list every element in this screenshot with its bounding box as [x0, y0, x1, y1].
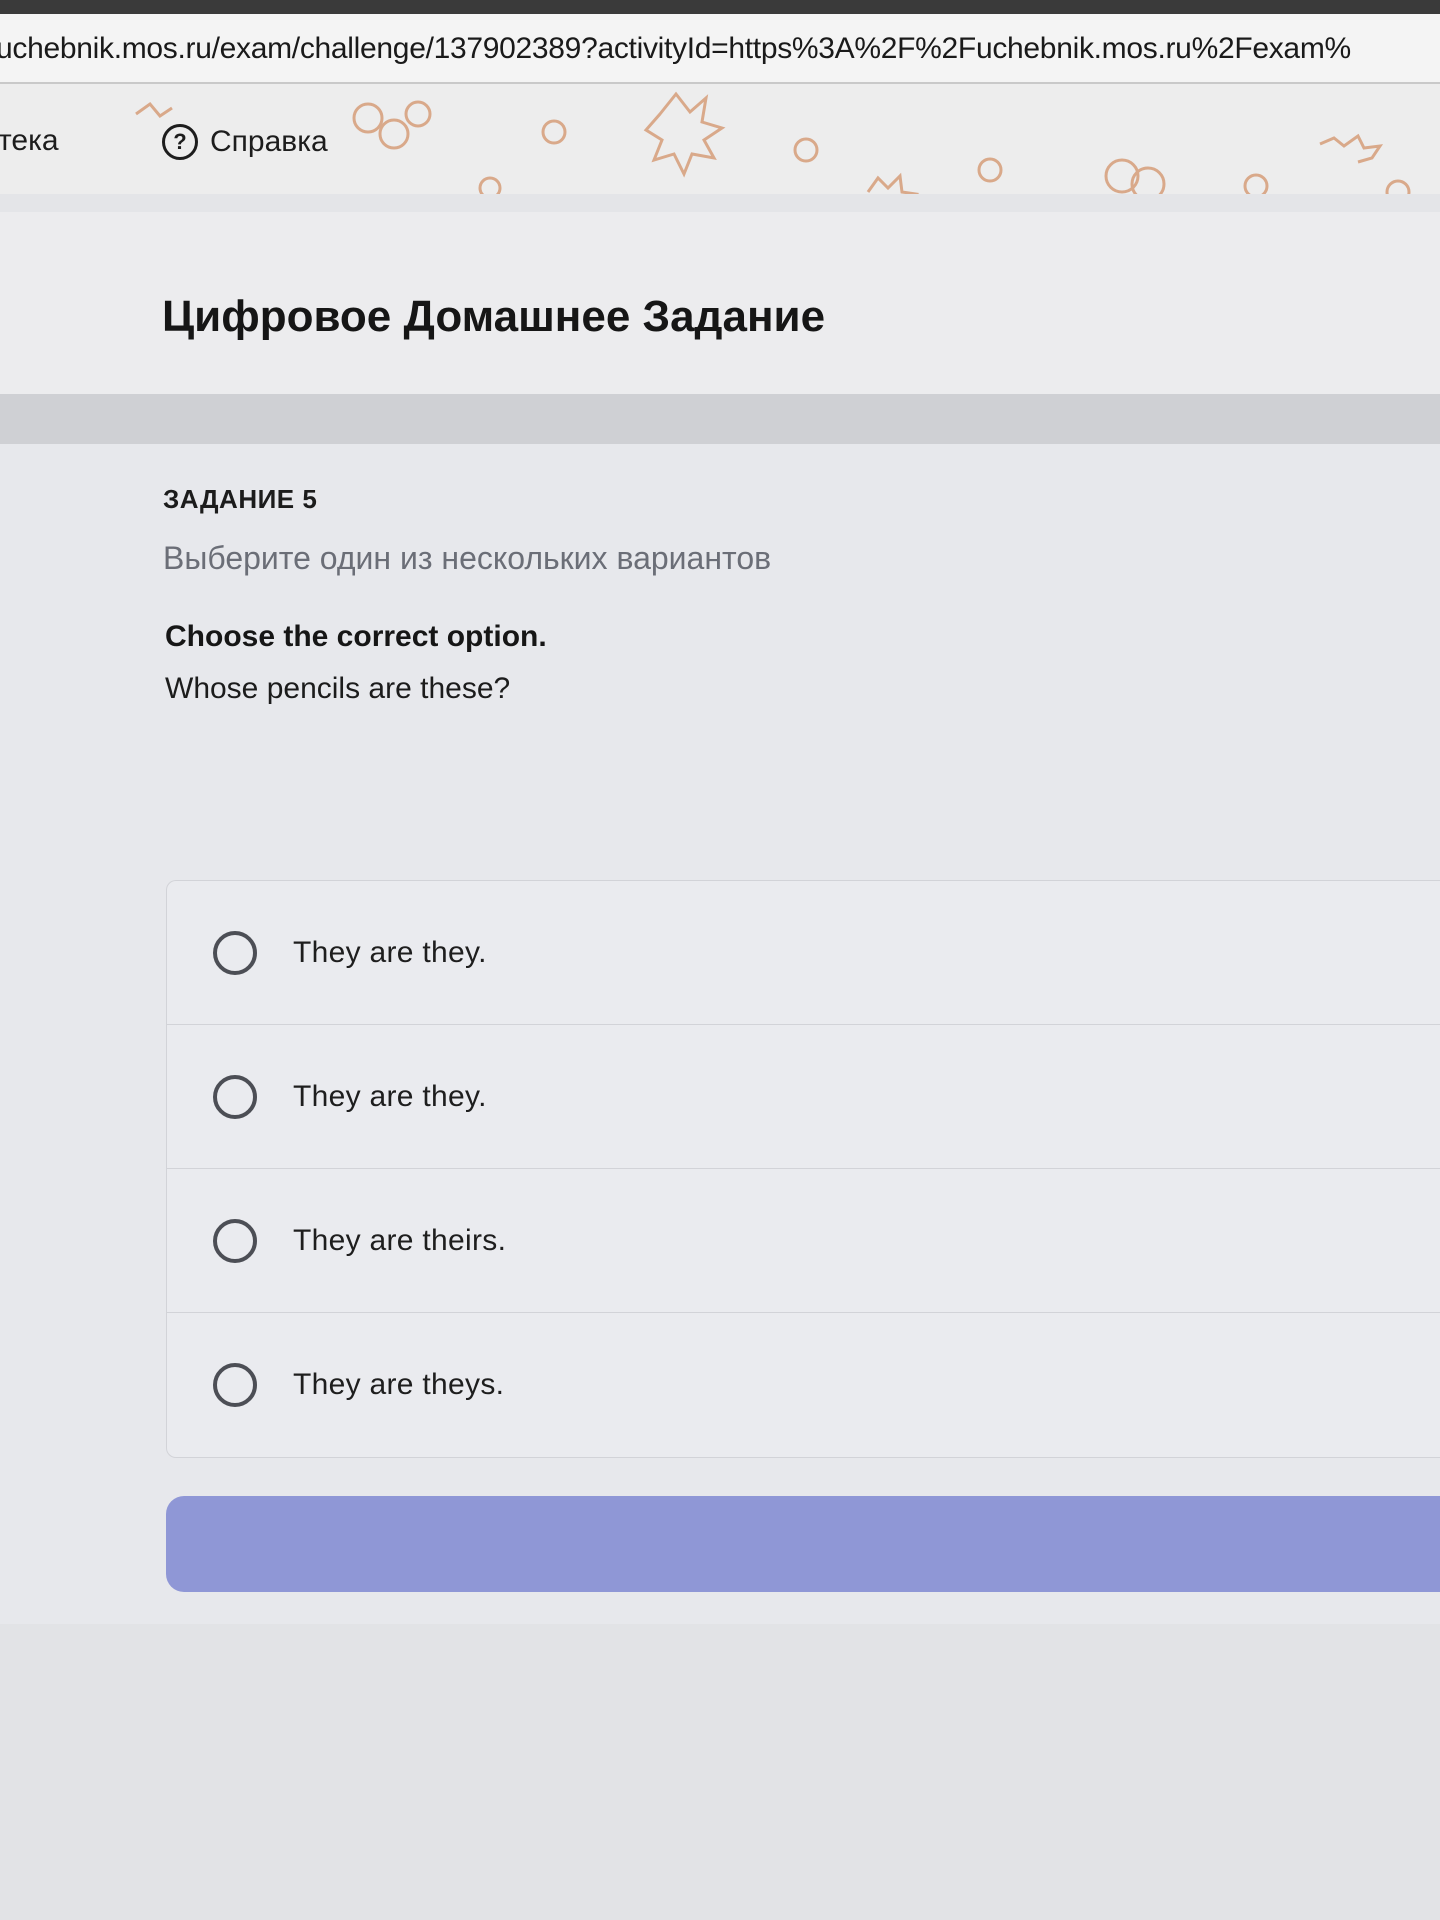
- answer-option-label: They are they.: [293, 1079, 487, 1113]
- bookmark-library-label: тека: [0, 124, 59, 157]
- answer-option-label: They are they.: [293, 935, 487, 969]
- address-bar[interactable]: uchebnik.mos.ru/exam/challenge/137902389…: [0, 14, 1440, 84]
- bookmark-help[interactable]: ? Справка: [162, 124, 328, 160]
- answer-option[interactable]: They are theys.: [167, 1313, 1440, 1457]
- bookmarks-bar: тека ? Справка: [0, 84, 1440, 194]
- submit-answer-button[interactable]: [166, 1496, 1440, 1592]
- page-footer-area: [0, 1624, 1440, 1920]
- answer-option-label: They are theys.: [293, 1368, 505, 1401]
- task-number: ЗАДАНИЕ 5: [163, 484, 318, 514]
- page-title: Цифровое Домашнее Задание: [162, 292, 826, 341]
- task-instruction: Выберите один из нескольких вариантов: [163, 540, 772, 576]
- page-header: Цифровое Домашнее Задание: [0, 212, 1440, 394]
- task-card: ЗАДАНИЕ 5 Выберите один из нескольких ва…: [0, 444, 1440, 1624]
- question-text: Whose pencils are these?: [165, 672, 511, 705]
- answer-option[interactable]: They are they.: [167, 1025, 1440, 1169]
- bookmark-help-label: Справка: [210, 125, 328, 158]
- radio-button[interactable]: [213, 1218, 257, 1263]
- url-text[interactable]: uchebnik.mos.ru/exam/challenge/137902389…: [0, 32, 1351, 66]
- answer-option[interactable]: They are theirs.: [167, 1169, 1440, 1313]
- radio-button[interactable]: [213, 1074, 257, 1119]
- bookmark-library[interactable]: тека: [0, 124, 59, 158]
- question-title: Choose the correct option.: [165, 620, 547, 653]
- answer-option[interactable]: They are they.: [167, 881, 1440, 1025]
- radio-button[interactable]: [213, 930, 257, 975]
- radio-button[interactable]: [213, 1363, 257, 1407]
- header-divider: [0, 394, 1440, 444]
- question-circle-icon: ?: [162, 124, 198, 160]
- screen-bezel: [0, 0, 1440, 14]
- answer-option-label: They are theirs.: [293, 1223, 507, 1257]
- answer-options: They are they. They are they. They are t…: [166, 880, 1440, 1458]
